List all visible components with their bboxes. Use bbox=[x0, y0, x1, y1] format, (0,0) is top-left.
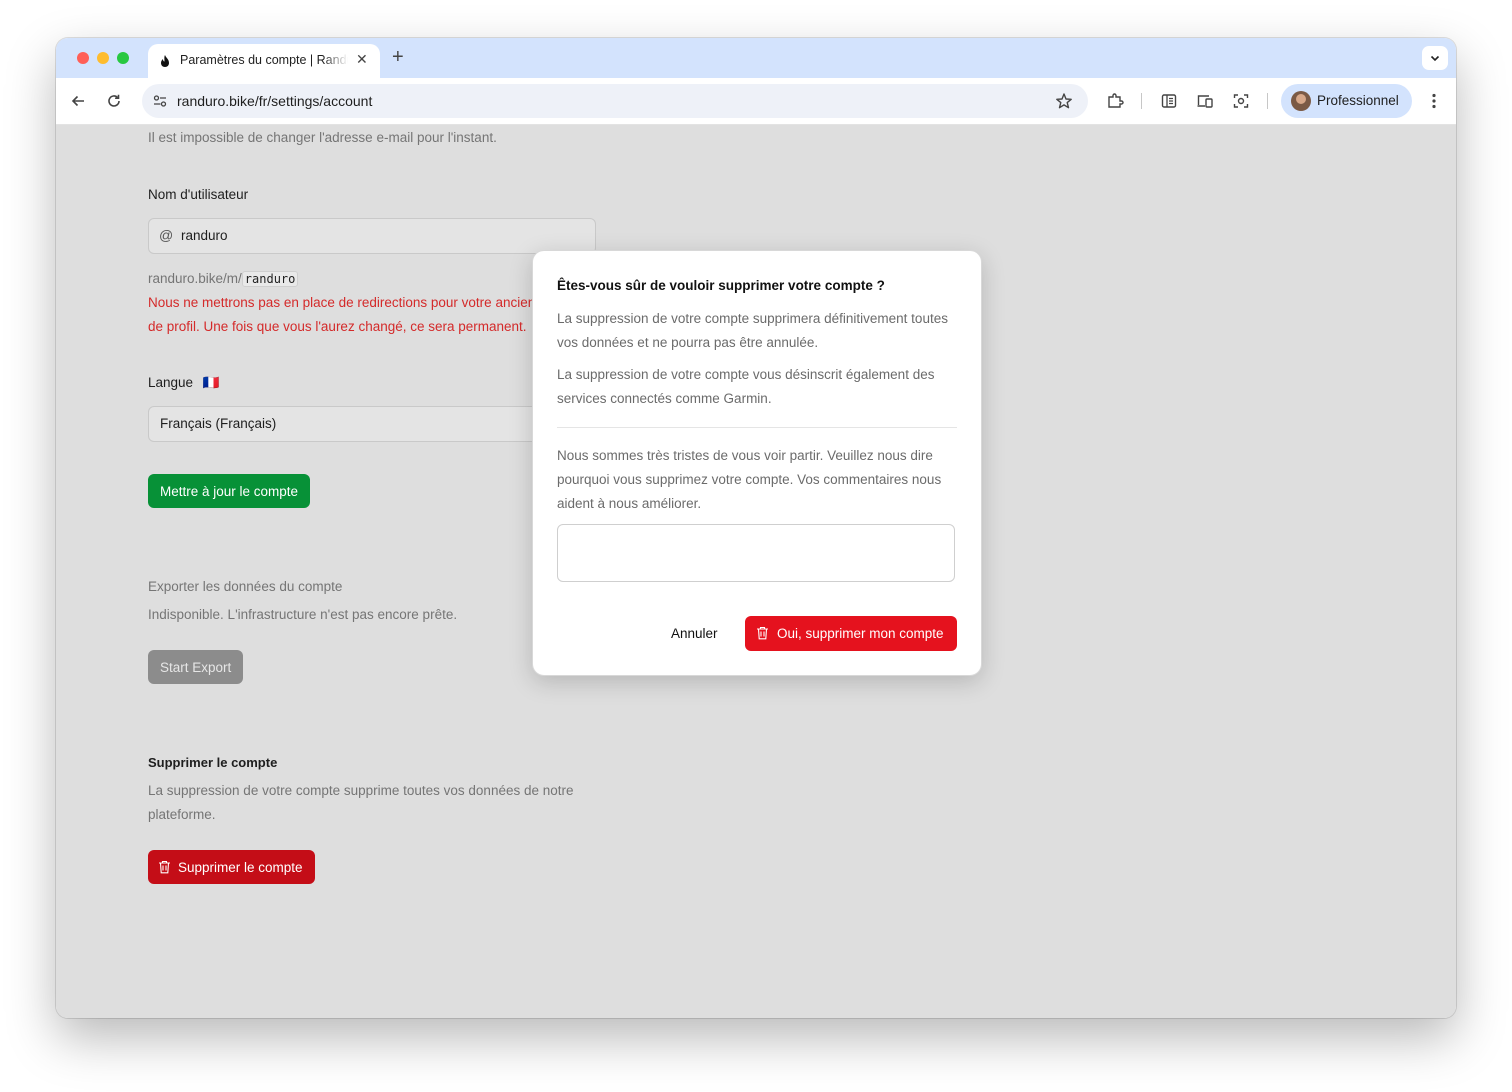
extensions-icon[interactable] bbox=[1105, 91, 1125, 111]
back-icon[interactable] bbox=[68, 91, 88, 111]
delete-note-line1: La suppression de votre compte supprime … bbox=[148, 783, 574, 798]
page-content: Il est impossible de changer l'adresse e… bbox=[56, 125, 1456, 1018]
username-warning-line1: Nous ne mettrons pas en place de redirec… bbox=[148, 295, 536, 310]
confirm-delete-button[interactable]: Oui, supprimer mon compte bbox=[745, 616, 957, 651]
browser-window: Paramètres du compte | Randuro ✕ + randu… bbox=[56, 38, 1456, 1018]
chevron-down-icon bbox=[1430, 55, 1440, 62]
language-select[interactable]: Français (Français) bbox=[148, 406, 596, 442]
plus-icon[interactable]: + bbox=[392, 46, 404, 68]
zoom-window-button[interactable] bbox=[117, 52, 129, 64]
export-heading: Exporter les données du compte bbox=[148, 579, 343, 594]
delete-confirmation-dialog: Êtes-vous sûr de vouloir supprimer votre… bbox=[532, 250, 982, 676]
screenshot-icon[interactable] bbox=[1231, 91, 1251, 111]
profile-label: Professionnel bbox=[1317, 93, 1399, 108]
browser-toolbar: randuro.bike/fr/settings/account Profess… bbox=[56, 78, 1456, 125]
export-note: Indisponible. L'infrastructure n'est pas… bbox=[148, 607, 458, 622]
language-label: Langue 🇫🇷 bbox=[148, 375, 220, 391]
dialog-title: Êtes-vous sûr de vouloir supprimer votre… bbox=[557, 278, 885, 293]
tab-title: Paramètres du compte | Randuro bbox=[180, 53, 348, 67]
dialog-paragraph-feedback: Nous sommes très tristes de vous voir pa… bbox=[557, 448, 942, 511]
start-export-button[interactable]: Start Export bbox=[148, 650, 244, 684]
dialog-paragraph-services: La suppression de votre compte vous dési… bbox=[557, 367, 935, 406]
close-icon[interactable]: ✕ bbox=[356, 51, 368, 68]
tab-strip: Paramètres du compte | Randuro ✕ + bbox=[56, 38, 1456, 78]
browser-tab[interactable]: Paramètres du compte | Randuro ✕ bbox=[148, 44, 380, 78]
cancel-button[interactable]: Annuler bbox=[671, 626, 718, 641]
delete-heading: Supprimer le compte bbox=[148, 755, 278, 770]
email-note: Il est impossible de changer l'adresse e… bbox=[148, 130, 497, 145]
profile-url-handle: randuro bbox=[241, 271, 299, 287]
device-icon[interactable] bbox=[1195, 91, 1215, 111]
delete-account-label: Supprimer le compte bbox=[178, 859, 303, 875]
reload-icon[interactable] bbox=[104, 91, 124, 111]
feedback-textarea[interactable] bbox=[557, 524, 955, 582]
profile-url: randuro.bike/m/randuro bbox=[148, 271, 299, 287]
avatar bbox=[1291, 91, 1311, 111]
reading-list-icon[interactable] bbox=[1159, 91, 1179, 111]
flame-favicon-icon bbox=[161, 55, 169, 67]
url-text: randuro.bike/fr/settings/account bbox=[177, 93, 373, 109]
trash-icon bbox=[757, 626, 768, 640]
tab-search-button[interactable] bbox=[1422, 46, 1448, 70]
menu-icon[interactable] bbox=[1424, 91, 1444, 111]
language-label-text: Langue bbox=[148, 375, 194, 390]
dialog-divider bbox=[557, 427, 957, 428]
delete-note-line2: plateforme. bbox=[148, 807, 216, 822]
username-value: randuro bbox=[181, 228, 228, 243]
toolbar-separator bbox=[1267, 93, 1268, 109]
site-settings-icon[interactable] bbox=[152, 93, 168, 109]
close-window-button[interactable] bbox=[77, 52, 89, 64]
update-account-button[interactable]: Mettre à jour le compte bbox=[148, 474, 311, 508]
username-label: Nom d'utilisateur bbox=[148, 187, 249, 202]
confirm-delete-label: Oui, supprimer mon compte bbox=[777, 626, 944, 641]
delete-account-button[interactable]: Supprimer le compte bbox=[148, 850, 315, 884]
username-field[interactable]: @ randuro bbox=[148, 218, 596, 254]
profile-button[interactable]: Professionnel bbox=[1281, 84, 1412, 118]
address-bar[interactable]: randuro.bike/fr/settings/account bbox=[142, 84, 1088, 118]
toolbar-separator bbox=[1141, 93, 1142, 109]
star-icon[interactable] bbox=[1055, 92, 1073, 110]
france-flag-icon: 🇫🇷 bbox=[202, 375, 220, 390]
language-value: Français (Français) bbox=[160, 416, 277, 431]
minimize-window-button[interactable] bbox=[97, 52, 109, 64]
profile-url-prefix: randuro.bike/m/ bbox=[148, 271, 242, 286]
dialog-paragraph-permanent: La suppression de votre compte supprimer… bbox=[557, 311, 948, 350]
username-warning-line2: de profil. Une fois que vous l'aurez cha… bbox=[148, 319, 527, 334]
trash-icon bbox=[159, 860, 170, 874]
at-icon: @ bbox=[159, 227, 174, 243]
